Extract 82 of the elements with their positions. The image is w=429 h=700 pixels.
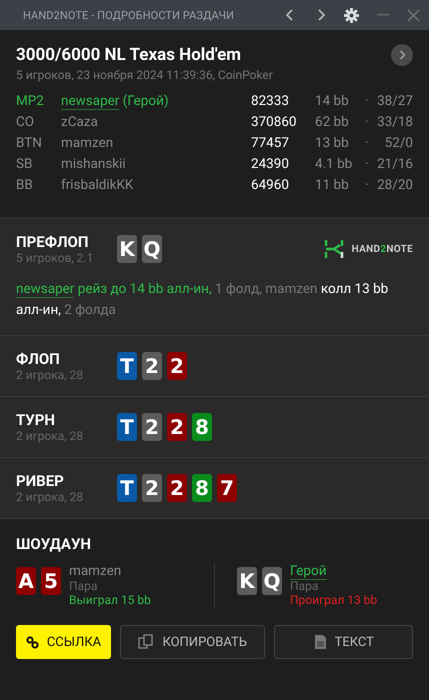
next-icon[interactable]: [316, 9, 324, 21]
player-bb: 14 bb: [315, 92, 350, 111]
section-title: ШОУДАУН: [16, 535, 92, 553]
text-button[interactable]: ТЕКСТ: [274, 625, 413, 659]
playing-card: 2: [142, 474, 162, 502]
player-stats: 21/16: [376, 155, 413, 174]
player-stats: 33/18: [376, 113, 413, 132]
playing-card: 8: [192, 413, 212, 441]
separator-dot: ·: [364, 134, 370, 153]
next-button[interactable]: [391, 44, 413, 66]
logo-text: HAND2NOTE: [352, 244, 413, 254]
street-name: ФЛОП: [16, 350, 61, 368]
separator-dot: ·: [364, 155, 370, 174]
street-info: 5 игроков, 2.1: [16, 251, 94, 265]
player-stats: 52/0: [384, 134, 413, 153]
copy-button[interactable]: КОПИРОВАТЬ: [120, 625, 266, 659]
playing-card: 7: [217, 474, 237, 502]
street-info: 2 игрока, 28: [16, 429, 84, 443]
chevron-icon: [398, 50, 406, 60]
street-info: 2 игрока, 28: [16, 490, 84, 504]
playing-card: 2: [167, 474, 187, 502]
copy-icon: [138, 634, 154, 650]
window-title: HAND2NOTE - ПОДРОБНОСТИ РАЗДАЧИ: [23, 8, 236, 22]
player-link[interactable]: newsaper: [61, 93, 120, 110]
playing-card: A: [16, 567, 36, 595]
hero-label: (Герой): [122, 93, 169, 109]
hand-result: Выиграл 15 bb: [69, 593, 151, 607]
player-bb: 11 bb: [315, 176, 350, 195]
playing-card: Q: [142, 235, 162, 263]
playing-card: K: [237, 567, 257, 595]
player-name: zCaza: [61, 113, 99, 132]
separator-dot: ·: [364, 92, 370, 111]
playing-card: Q: [262, 567, 282, 595]
player-stack: 370860: [251, 113, 298, 132]
player-bb: 62 bb: [315, 113, 350, 132]
player-name: mishanskii: [61, 155, 127, 174]
player-position: BB: [16, 176, 34, 195]
hand-title: 3000/6000 NL Texas Hold'em: [16, 45, 242, 65]
hand-result: Проиграл 13 bb: [290, 593, 378, 607]
player-link[interactable]: Герой: [290, 563, 326, 580]
street-name: ТУРН: [16, 411, 56, 429]
playing-card: 2: [142, 413, 162, 441]
playing-card: 2: [142, 352, 162, 380]
player-stack: 82333: [251, 92, 290, 111]
player-stats: 28/20: [376, 176, 413, 195]
logo-icon: [324, 238, 344, 260]
separator-dot: ·: [364, 176, 370, 195]
playing-card: 2: [167, 352, 187, 380]
settings-icon[interactable]: [344, 8, 359, 22]
hand-combo: Пара: [290, 579, 320, 593]
player-name: mamzen: [69, 563, 122, 579]
playing-card: 8: [192, 474, 212, 502]
player-position: SB: [16, 155, 34, 174]
link-button[interactable]: ССЫЛКА: [16, 625, 111, 659]
player-stats: 38/27: [376, 92, 413, 111]
playing-card: 5: [41, 567, 61, 595]
street-info: 2 игрока, 28: [16, 368, 84, 382]
player-stack: 77457: [251, 134, 290, 153]
playing-card: T: [117, 352, 137, 380]
player-bb: 13 bb: [315, 134, 350, 153]
link-icon: [26, 636, 39, 648]
player-position: BTN: [16, 134, 43, 153]
player-link[interactable]: newsaper: [16, 281, 74, 298]
playing-card: K: [117, 235, 137, 263]
player-bb: 4.1 bb: [315, 155, 354, 174]
document-icon: [314, 634, 327, 650]
previous-icon[interactable]: [286, 9, 294, 21]
player-stack: 24390: [251, 155, 290, 174]
player-name: frisbaldikKK: [61, 176, 134, 195]
hand-info: 5 игроков, 23 ноября 2024 11:39:36, CoinPoker: [16, 68, 274, 82]
player-position: MP2: [16, 92, 45, 111]
playing-card: T: [117, 413, 137, 441]
playing-card: T: [117, 474, 137, 502]
street-name: РИВЕР: [16, 472, 65, 490]
playing-card: 2: [167, 413, 187, 441]
player-name: mamzen: [61, 134, 114, 153]
hand-combo: Пара: [69, 579, 98, 593]
separator-dot: ·: [364, 113, 370, 132]
street-name: ПРЕФЛОП: [16, 233, 90, 251]
action-summary: newsaper рейз до 14 bb алл-ин, 1 фолд, mamzen колл 13 bb алл-ин, 2 фолда: [16, 280, 390, 320]
player-stack: 64960: [251, 176, 290, 195]
player-position: CO: [16, 113, 36, 132]
